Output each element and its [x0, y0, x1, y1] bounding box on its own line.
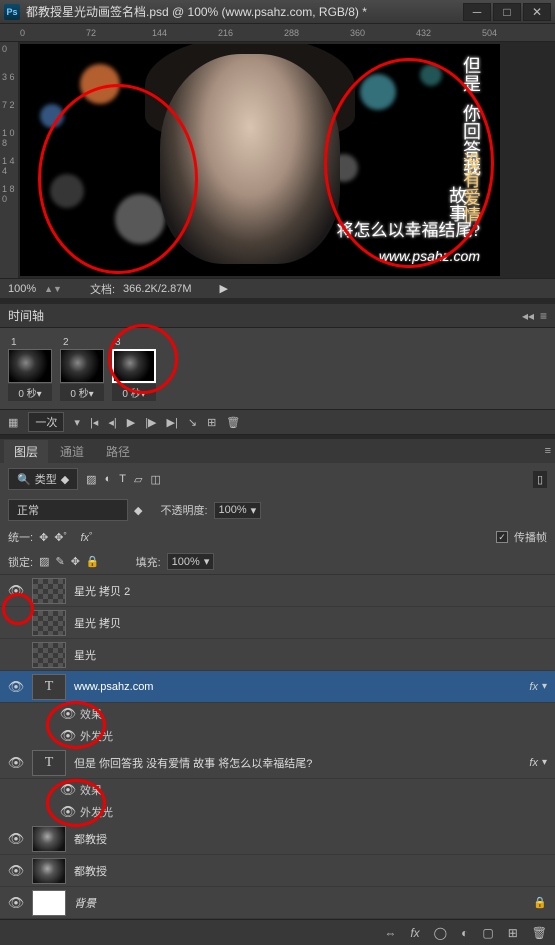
panel-menu-icon[interactable]: ≡ [545, 445, 551, 457]
app-icon: Ps [4, 4, 20, 20]
fx-button[interactable]: fx [410, 926, 419, 940]
frame-2[interactable]: 2 0 秒▾ [60, 336, 104, 401]
lock-trans-icon[interactable]: ▨ [39, 555, 49, 568]
panel-menu-icon[interactable]: ≡ [540, 309, 547, 323]
filter-kind[interactable]: 🔍类型◆ [8, 468, 78, 490]
frame-3[interactable]: 3 0 秒▾ [112, 336, 156, 401]
layers-tabs: 图层 通道 路径 ≡ [0, 439, 555, 463]
timeline-header: 时间轴 ◂◂ ≡ [0, 304, 555, 328]
layer-item[interactable]: 星光 拷贝 [0, 607, 555, 639]
image-face [160, 54, 340, 264]
prev-frame-button[interactable]: ◂| [108, 416, 116, 429]
layer-item[interactable]: 👁 星光 拷贝 2 [0, 575, 555, 607]
last-frame-button[interactable]: ▶| [167, 416, 178, 429]
ruler-vertical: 03 67 2 1 0 81 4 41 8 0 [0, 42, 18, 278]
layers-list: 👁 星光 拷贝 2 星光 拷贝 星光 👁 T www.psahz.com fx▾… [0, 575, 555, 919]
layer-effect[interactable]: 👁外发光 [0, 801, 555, 823]
layer-item[interactable]: 👁 T www.psahz.com fx▾ [0, 671, 555, 703]
opacity-input[interactable]: 100%▾ [214, 502, 262, 519]
layer-effect[interactable]: 👁外发光 [0, 725, 555, 747]
group-button[interactable]: ▢ [482, 926, 493, 940]
statusbar: 100% ▲▼ 文档: 366.2K/2.87M ▶ [0, 278, 555, 298]
delete-layer-button[interactable]: 🗑 [532, 926, 547, 940]
maximize-button[interactable]: □ [493, 3, 521, 21]
blend-mode[interactable]: 正常 [8, 499, 128, 521]
fx-badge[interactable]: fx [529, 681, 538, 693]
collapse-icon[interactable]: ◂◂ [522, 309, 534, 323]
mask-button[interactable]: ◯ [434, 926, 447, 940]
window-title: 都教授星光动画签名档.psd @ 100% (www.psahz.com, RG… [26, 3, 463, 20]
filter-toggle[interactable]: ▯ [533, 471, 547, 488]
visibility-icon[interactable]: 👁 [0, 895, 32, 911]
visibility-icon[interactable]: 👁 [0, 679, 32, 695]
frame-1[interactable]: 1 0 秒▾ [8, 336, 52, 401]
lock-position-icon[interactable]: ✥ [71, 555, 80, 568]
doc-size: 366.2K/2.87M [123, 283, 192, 295]
adjustment-button[interactable]: ◐ [461, 926, 468, 940]
zoom-level[interactable]: 100% [8, 283, 36, 295]
unify-style-icon[interactable]: fx゜ [81, 529, 101, 545]
layer-item[interactable]: 👁 T 但是 你回答我 没有爱情 故事 将怎么以幸福结尾? fx▾ [0, 747, 555, 779]
filter-pixel-icon[interactable]: ▨ [86, 473, 96, 486]
unify-visibility-icon[interactable]: ✥゜ [54, 529, 74, 545]
next-frame-button[interactable]: |▶ [145, 416, 156, 429]
first-frame-button[interactable]: |◂ [90, 416, 98, 429]
layer-effect[interactable]: 👁效果 [0, 779, 555, 801]
layer-effect[interactable]: 👁效果 [0, 703, 555, 725]
link-layers-button[interactable]: ⇔ [384, 926, 396, 940]
canvas-url: www.psahz.com [379, 248, 480, 264]
filter-shape-icon[interactable]: ▱ [134, 473, 142, 486]
lock-pixels-icon[interactable]: ✎ [55, 555, 64, 568]
tab-channels[interactable]: 通道 [50, 440, 94, 463]
timeline-title: 时间轴 [8, 307, 44, 324]
ruler-horizontal: 0 72 144 216 288 360 432 504 [0, 24, 555, 42]
play-button[interactable]: ▶ [127, 416, 135, 429]
filter-smart-icon[interactable]: ◫ [150, 473, 160, 486]
visibility-icon[interactable]: 👁 [0, 755, 32, 771]
lock-icon: 🔒 [533, 896, 547, 909]
minimize-button[interactable]: ─ [463, 3, 491, 21]
timeline-controls: ▦ 一次▾ |◂ ◂| ▶ |▶ ▶| ↘ ⊞ 🗑 [0, 409, 555, 435]
canvas-text-5: 将怎么以幸福结尾? [336, 216, 480, 241]
tween-button[interactable]: ↘ [188, 416, 197, 429]
titlebar: Ps 都教授星光动画签名档.psd @ 100% (www.psahz.com,… [0, 0, 555, 24]
unify-position-icon[interactable]: ✥ [39, 531, 48, 544]
filter-type-icon[interactable]: T [119, 473, 126, 485]
layer-item[interactable]: 👁 背景 🔒 [0, 887, 555, 919]
layer-item[interactable]: 👁 都教授 [0, 823, 555, 855]
fx-badge[interactable]: fx [529, 757, 538, 769]
loop-select[interactable]: 一次 [28, 412, 64, 432]
delete-frame-button[interactable]: 🗑 [226, 416, 240, 429]
tab-layers[interactable]: 图层 [4, 440, 48, 463]
layers-filter-bar: 🔍类型◆ ▨ ◐ T ▱ ◫ ▯ [0, 463, 555, 495]
filter-adjust-icon[interactable]: ◐ [105, 473, 112, 485]
lock-all-icon[interactable]: 🔒 [86, 555, 100, 568]
new-frame-button[interactable]: ⊞ [207, 416, 216, 429]
fill-input[interactable]: 100%▾ [167, 553, 215, 570]
layer-item[interactable]: 👁 都教授 [0, 855, 555, 887]
layer-item[interactable]: 星光 [0, 639, 555, 671]
canvas[interactable]: 但是 你回答我 没有爱情 故事 将怎么以幸福结尾? www.psahz.com [20, 44, 500, 276]
tab-paths[interactable]: 路径 [96, 440, 140, 463]
close-button[interactable]: ✕ [523, 3, 551, 21]
canvas-area: 03 67 2 1 0 81 4 41 8 0 但是 你回答我 没有爱情 故事 … [0, 42, 555, 278]
canvas-text-1: 但是 [458, 56, 484, 92]
visibility-icon[interactable]: 👁 [0, 583, 32, 599]
convert-icon[interactable]: ▦ [8, 416, 18, 429]
new-layer-button[interactable]: ⊞ [508, 926, 518, 940]
propagate-checkbox[interactable]: ✓ [496, 531, 508, 543]
visibility-icon[interactable]: 👁 [0, 831, 32, 847]
timeline-frames: 1 0 秒▾ 2 0 秒▾ 3 0 秒▾ [0, 328, 555, 409]
layers-footer: ⇔ fx ◯ ◐ ▢ ⊞ 🗑 [0, 919, 555, 945]
